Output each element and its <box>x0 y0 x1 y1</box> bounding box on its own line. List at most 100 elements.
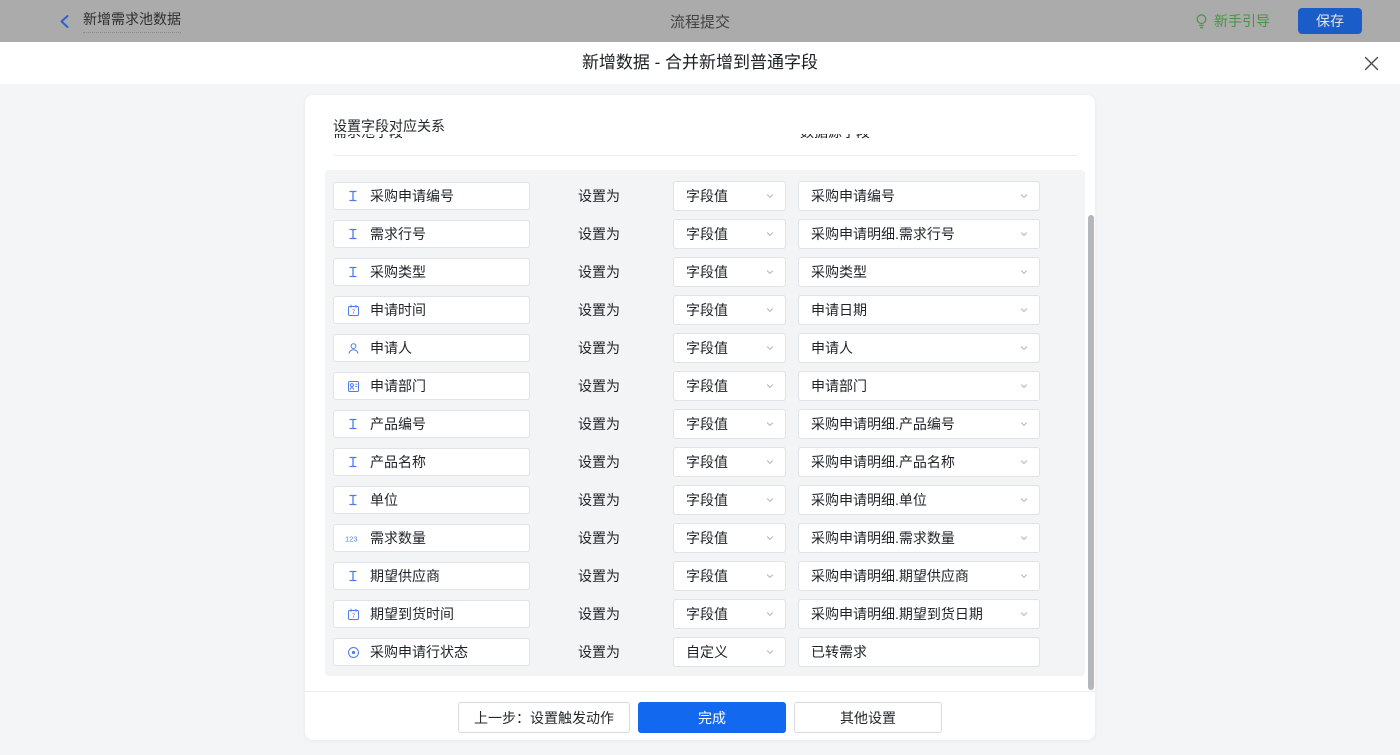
set-as-label: 设置为 <box>578 177 620 215</box>
mapping-row: 采购类型 设置为 字段值 采购类型 <box>325 253 1085 291</box>
text-icon <box>345 494 361 506</box>
chevron-down-icon <box>765 340 775 356</box>
value-source-select[interactable]: 采购申请编号 <box>798 181 1040 211</box>
pool-field[interactable]: 采购类型 <box>333 258 530 286</box>
value-source-select[interactable]: 申请日期 <box>798 295 1040 325</box>
field-mapping-card: 设置字段对应关系 需求池字段 数据源字段 采购申请编号 设置为 字段值 采购申请… <box>305 95 1095 740</box>
card-title: 设置字段对应关系 <box>333 116 445 136</box>
mapping-row: 申请部门 设置为 字段值 申请部门 <box>325 367 1085 405</box>
column-headers-clipped: 需求池字段 数据源字段 <box>333 134 1078 143</box>
chevron-down-icon <box>1019 492 1029 508</box>
chevron-down-icon <box>765 568 775 584</box>
pool-field[interactable]: 7 期望到货时间 <box>333 600 530 628</box>
pool-field[interactable]: 产品编号 <box>333 410 530 438</box>
calendar-icon: 7 <box>345 304 361 317</box>
value-source-select[interactable]: 采购申请明细.需求数量 <box>798 523 1040 553</box>
pool-field[interactable]: 采购申请行状态 <box>333 638 530 666</box>
chevron-down-icon <box>765 454 775 470</box>
svg-text:7: 7 <box>351 613 355 620</box>
text-icon <box>345 228 361 240</box>
value-source-select[interactable]: 采购类型 <box>798 257 1040 287</box>
value-source-select[interactable]: 采购申请明细.期望供应商 <box>798 561 1040 591</box>
value-source-select[interactable]: 申请部门 <box>798 371 1040 401</box>
chevron-down-icon <box>1019 530 1029 546</box>
chevron-down-icon <box>1019 226 1029 242</box>
chevron-down-icon <box>765 530 775 546</box>
header-divider <box>333 155 1078 156</box>
value-source-select[interactable]: 采购申请明细.单位 <box>798 485 1040 515</box>
pool-field[interactable]: 期望供应商 <box>333 562 530 590</box>
set-as-label: 设置为 <box>578 253 620 291</box>
vertical-scrollbar-thumb[interactable] <box>1088 215 1094 690</box>
value-source-select[interactable]: 采购申请明细.期望到货日期 <box>798 599 1040 629</box>
svg-text:7: 7 <box>351 309 355 316</box>
mapping-row: 产品名称 设置为 字段值 采购申请明细.产品名称 <box>325 443 1085 481</box>
set-as-label: 设置为 <box>578 633 620 671</box>
set-as-label: 设置为 <box>578 367 620 405</box>
mapping-rows-panel: 采购申请编号 设置为 字段值 采购申请编号 需求行号 设置为 字段值 采购申请明… <box>325 170 1085 676</box>
calendar-icon: 7 <box>345 608 361 621</box>
mapping-row: 采购申请行状态 设置为 自定义 已转需求 <box>325 633 1085 671</box>
topbar: 流程提交 新增需求池数据 新手引导 保存 <box>0 0 1400 42</box>
column-header-left: 需求池字段 <box>333 134 403 142</box>
pool-field[interactable]: 需求行号 <box>333 220 530 248</box>
value-source-select[interactable]: 采购申请明细.产品编号 <box>798 409 1040 439</box>
value-mode-select[interactable]: 字段值 <box>673 409 786 439</box>
text-icon <box>345 266 361 278</box>
chevron-down-icon <box>765 378 775 394</box>
pool-field[interactable]: 123 需求数量 <box>333 524 530 552</box>
chevron-down-icon <box>765 416 775 432</box>
chevron-down-icon <box>1019 188 1029 204</box>
set-as-label: 设置为 <box>578 291 620 329</box>
pool-field[interactable]: 单位 <box>333 486 530 514</box>
value-mode-select[interactable]: 字段值 <box>673 371 786 401</box>
set-as-label: 设置为 <box>578 443 620 481</box>
chevron-down-icon <box>765 644 775 660</box>
close-icon[interactable] <box>1362 54 1380 72</box>
pool-field[interactable]: 申请部门 <box>333 372 530 400</box>
footer-divider <box>305 691 1095 692</box>
value-mode-select[interactable]: 字段值 <box>673 523 786 553</box>
chevron-down-icon <box>1019 302 1029 318</box>
pool-field[interactable]: 采购申请编号 <box>333 182 530 210</box>
custom-value-input[interactable]: 已转需求 <box>798 637 1040 667</box>
chevron-down-icon <box>765 302 775 318</box>
pool-field[interactable]: 申请人 <box>333 334 530 362</box>
value-mode-select[interactable]: 字段值 <box>673 447 786 477</box>
chevron-down-icon <box>765 606 775 622</box>
lightbulb-icon <box>1194 13 1209 30</box>
value-mode-select[interactable]: 字段值 <box>673 485 786 515</box>
value-mode-select[interactable]: 字段值 <box>673 257 786 287</box>
mapping-row: 单位 设置为 字段值 采购申请明细.单位 <box>325 481 1085 519</box>
value-mode-select[interactable]: 字段值 <box>673 295 786 325</box>
chevron-down-icon <box>765 492 775 508</box>
beginner-guide-link[interactable]: 新手引导 <box>1194 11 1270 31</box>
value-mode-select[interactable]: 字段值 <box>673 599 786 629</box>
value-mode-select[interactable]: 字段值 <box>673 561 786 591</box>
value-source-select[interactable]: 采购申请明细.产品名称 <box>798 447 1040 477</box>
value-mode-select[interactable]: 字段值 <box>673 333 786 363</box>
other-settings-button[interactable]: 其他设置 <box>794 702 942 733</box>
previous-step-button[interactable]: 上一步：设置触发动作 <box>458 702 630 733</box>
chevron-down-icon <box>765 264 775 280</box>
value-mode-select[interactable]: 自定义 <box>673 637 786 667</box>
department-icon <box>345 380 361 393</box>
user-icon <box>345 342 361 355</box>
value-source-select[interactable]: 申请人 <box>798 333 1040 363</box>
finish-button[interactable]: 完成 <box>638 702 786 733</box>
set-as-label: 设置为 <box>578 557 620 595</box>
radio-icon <box>345 646 361 659</box>
save-button[interactable]: 保存 <box>1298 8 1362 34</box>
pool-field[interactable]: 产品名称 <box>333 448 530 476</box>
value-source-select[interactable]: 采购申请明细.需求行号 <box>798 219 1040 249</box>
mapping-row: 期望供应商 设置为 字段值 采购申请明细.期望供应商 <box>325 557 1085 595</box>
number-icon: 123 <box>345 532 361 544</box>
set-as-label: 设置为 <box>578 595 620 633</box>
dialog-header: 新增数据 - 合并新增到普通字段 <box>0 42 1400 84</box>
pool-field[interactable]: 7 申请时间 <box>333 296 530 324</box>
mapping-row: 123 需求数量 设置为 字段值 采购申请明细.需求数量 <box>325 519 1085 557</box>
value-mode-select[interactable]: 字段值 <box>673 219 786 249</box>
value-mode-select[interactable]: 字段值 <box>673 181 786 211</box>
chevron-down-icon <box>1019 378 1029 394</box>
set-as-label: 设置为 <box>578 329 620 367</box>
